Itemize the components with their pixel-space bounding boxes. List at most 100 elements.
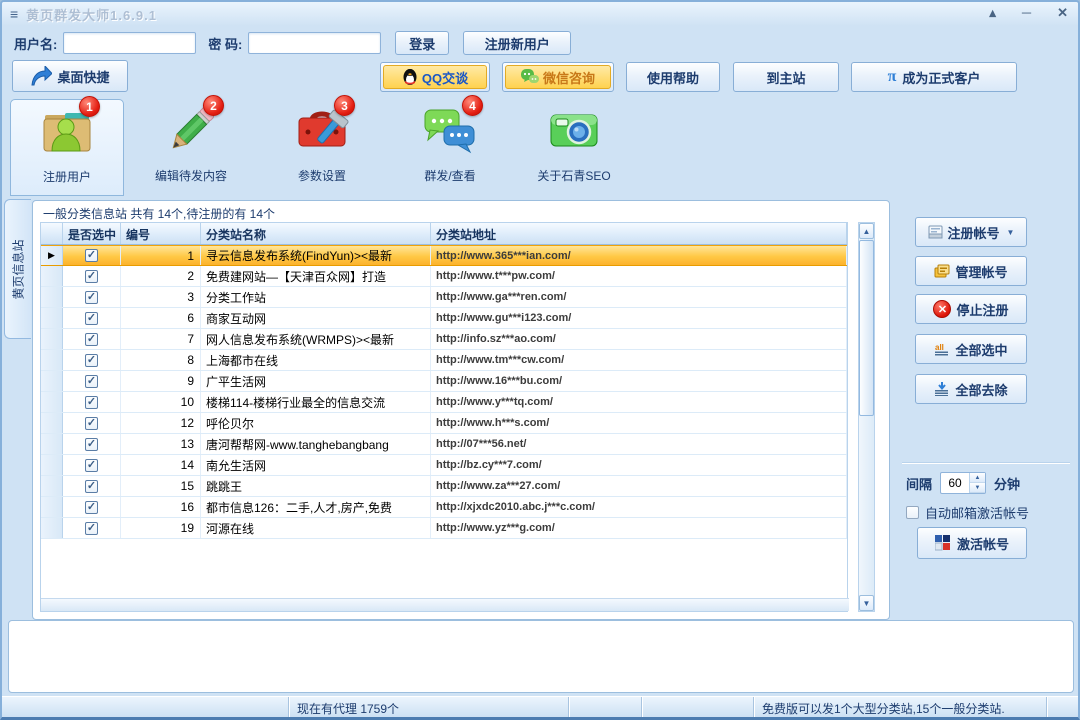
row-checkbox[interactable]: ✓ [63, 287, 121, 307]
interval-spinner[interactable]: 60 ▲ ▼ [940, 472, 987, 494]
header-site-name[interactable]: 分类站名称 [201, 223, 431, 244]
row-checkbox[interactable]: ✓ [63, 266, 121, 286]
register-new-user-button[interactable]: 注册新用户 [463, 31, 572, 55]
header-site-url[interactable]: 分类站地址 [431, 223, 847, 244]
row-checkbox[interactable]: ✓ [63, 497, 121, 517]
table-row[interactable]: ✓ 12 呼伦贝尔 http://www.h***s.com/ [41, 413, 847, 434]
header-checked[interactable]: 是否选中 [63, 223, 121, 244]
status-segment [1047, 697, 1078, 717]
interval-value[interactable]: 60 [941, 473, 969, 493]
row-checkbox[interactable]: ✓ [63, 308, 121, 328]
row-site-url: http://www.365***ian.com/ [431, 246, 847, 265]
table-row[interactable]: ✓ 9 广平生活网 http://www.16***bu.com/ [41, 371, 847, 392]
close-button[interactable]: ✕ [1057, 4, 1068, 22]
help-button[interactable]: 使用帮助 [626, 62, 720, 92]
row-checkbox[interactable]: ✓ [63, 350, 121, 370]
scroll-up-icon[interactable]: ▲ [859, 223, 874, 239]
deselect-all-button[interactable]: 全部去除 [915, 374, 1027, 404]
quick-bar: 桌面快捷 QQ交谈 微信咨询 使用帮助 到主站 π 成为正式客户 [2, 58, 1078, 96]
toolbar-item-label: 群发/查看 [424, 169, 476, 183]
row-checkbox[interactable]: ✓ [63, 434, 121, 454]
wechat-icon [520, 69, 539, 85]
header-id[interactable]: 编号 [121, 223, 201, 244]
toolbar-item-about[interactable]: 关于石青SEO [518, 99, 630, 196]
side-tab-yellow-pages[interactable]: 黄页信息站 [4, 199, 31, 339]
username-input[interactable] [63, 32, 197, 54]
row-indicator [41, 476, 63, 496]
row-site-name: 都市信息126：二手,人才,房产,免费 [201, 497, 431, 517]
spinner-down-icon[interactable]: ▼ [970, 483, 986, 493]
vertical-scrollbar[interactable]: ▲ ▼ [858, 222, 875, 612]
manage-account-button[interactable]: 管理帐号 [915, 256, 1027, 286]
row-indicator [41, 350, 63, 370]
sites-table: 是否选中 编号 分类站名称 分类站地址 ▶ ✓ 1 寻云信息发布系统(FindYun)… [40, 222, 849, 612]
remove-all-icon [934, 382, 950, 396]
title-bar: ≡ 黄页群发大师1.6.9.1 ▴ ─ ✕ [2, 2, 1078, 26]
scroll-down-icon[interactable]: ▼ [859, 595, 874, 611]
minimize-button[interactable]: ─ [1022, 4, 1031, 22]
table-row[interactable]: ✓ 6 商家互动网 http://www.gu***i123.com/ [41, 308, 847, 329]
row-site-name: 分类工作站 [201, 287, 431, 307]
qq-chat-button[interactable]: QQ交谈 [380, 62, 490, 92]
activate-account-button[interactable]: 激活帐号 [917, 527, 1027, 559]
row-id: 13 [121, 434, 201, 454]
row-checkbox[interactable]: ✓ [63, 413, 121, 433]
status-segment [569, 697, 642, 717]
table-row[interactable]: ✓ 10 楼梯114-楼梯行业最全的信息交流 http://www.y***tq.co… [41, 392, 847, 413]
row-site-name: 南允生活网 [201, 455, 431, 475]
spinner-up-icon[interactable]: ▲ [970, 473, 986, 483]
horizontal-scrollbar[interactable] [41, 598, 849, 611]
toolbar-item-mass-send[interactable]: 4 群发/查看 [392, 95, 508, 196]
toolbar-item-edit-content[interactable]: 2 编辑待发内容 [132, 95, 250, 196]
table-row[interactable]: ✓ 3 分类工作站 http://www.ga***ren.com/ [41, 287, 847, 308]
table-row[interactable]: ✓ 15 跳跳王 http://www.za***27.com/ [41, 476, 847, 497]
accounts-icon [934, 264, 950, 279]
actions-panel: 注册帐号 ▼ 管理帐号 ✕ 停止注册 all 全部选中 全部去除 间隔 60 ▲… [892, 200, 1078, 620]
row-indicator [41, 413, 63, 433]
table-row[interactable]: ✓ 8 上海都市在线 http://www.tm***cw.com/ [41, 350, 847, 371]
row-checkbox[interactable]: ✓ [63, 392, 121, 412]
auto-email-checkbox[interactable] [906, 506, 919, 519]
row-checkbox[interactable]: ✓ [63, 246, 121, 265]
status-free-version: 免费版可以发1个大型分类站,15个一般分类站. [754, 697, 1047, 717]
row-indicator [41, 518, 63, 538]
desktop-shortcut-button[interactable]: 桌面快捷 [12, 60, 128, 92]
row-id: 16 [121, 497, 201, 517]
row-indicator [41, 434, 63, 454]
row-indicator [41, 266, 63, 286]
interval-setting: 间隔 60 ▲ ▼ 分钟 [906, 472, 1020, 494]
row-checkbox[interactable]: ✓ [63, 476, 121, 496]
become-customer-button[interactable]: π 成为正式客户 [851, 62, 1017, 92]
row-checkbox[interactable]: ✓ [63, 371, 121, 391]
app-window: ≡ 黄页群发大师1.6.9.1 ▴ ─ ✕ 用户名: 密 码: 登录 注册新用户… [0, 0, 1080, 720]
wechat-button[interactable]: 微信咨询 [502, 62, 614, 92]
table-row[interactable]: ✓ 14 南允生活网 http://bz.cy***7.com/ [41, 455, 847, 476]
main-site-button[interactable]: 到主站 [733, 62, 839, 92]
table-row[interactable]: ✓ 2 免费建网站—【天津百众网】打造 http://www.t***pw.com/ [41, 266, 847, 287]
toolbar-item-settings[interactable]: 3 参数设置 [264, 95, 380, 196]
stop-register-button[interactable]: ✕ 停止注册 [915, 294, 1027, 324]
toolbar-item-register-users[interactable]: 1 注册用户 [10, 96, 124, 196]
row-indicator [41, 392, 63, 412]
row-checkbox[interactable]: ✓ [63, 455, 121, 475]
table-row[interactable]: ✓ 13 唐河帮帮网-www.tanghebangbang http://07***5… [41, 434, 847, 455]
menu-icon[interactable]: ≡ [10, 6, 18, 22]
row-id: 8 [121, 350, 201, 370]
scrollbar-thumb[interactable] [859, 240, 874, 416]
row-site-url: http://www.tm***cw.com/ [431, 350, 847, 370]
rollup-button[interactable]: ▴ [989, 4, 996, 22]
table-row[interactable]: ▶ ✓ 1 寻云信息发布系统(FindYun)><最新 http://www.365**… [41, 245, 847, 266]
sites-panel: 一般分类信息站 共有 14个,待注册的有 14个 是否选中 编号 分类站名称 分… [32, 200, 890, 620]
register-account-button[interactable]: 注册帐号 ▼ [915, 217, 1027, 247]
row-checkbox[interactable]: ✓ [63, 329, 121, 349]
login-button[interactable]: 登录 [395, 31, 450, 55]
row-checkbox[interactable]: ✓ [63, 518, 121, 538]
status-segment [642, 697, 754, 717]
select-all-button[interactable]: all 全部选中 [915, 334, 1027, 364]
table-row[interactable]: ✓ 19 河源在线 http://www.yz***g.com/ [41, 518, 847, 539]
table-row[interactable]: ✓ 7 网人信息发布系统(WRMPS)><最新 http://info.sz***ao… [41, 329, 847, 350]
table-row[interactable]: ✓ 16 都市信息126：二手,人才,房产,免费 http://xjxdc2010.a… [41, 497, 847, 518]
table-header: 是否选中 编号 分类站名称 分类站地址 [41, 223, 847, 245]
auto-email-option[interactable]: 自动邮箱激活帐号 [906, 503, 1029, 522]
password-input[interactable] [248, 32, 382, 54]
